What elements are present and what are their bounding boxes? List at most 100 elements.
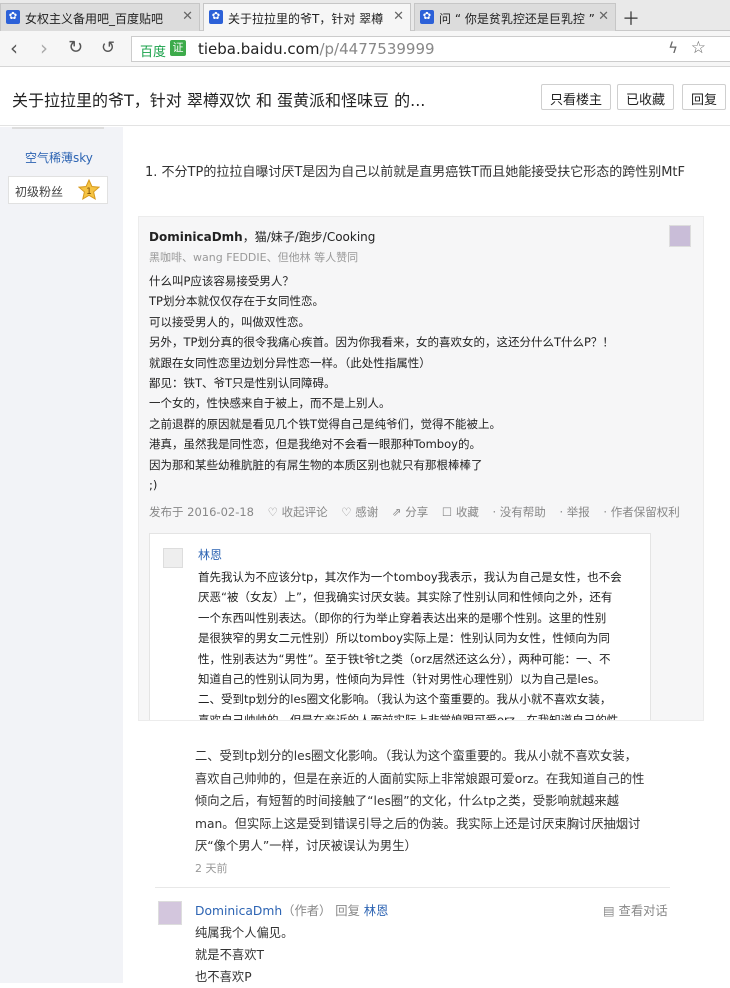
forward-arrow-icon[interactable]: ›	[40, 37, 48, 59]
site-brand: 百度	[140, 45, 167, 60]
collapse-comments: ♡ 收起评论	[267, 505, 328, 519]
comment-header: DominicaDmh（作者） 回复 林恩	[195, 901, 388, 919]
thread-header: 关于拉拉里的爷T，针对 翠樽双饮 和 蛋黄派和怪味豆 的... 只看楼主 已收藏…	[0, 68, 730, 126]
screenshot-likes: 黑咖啡、wang FEDDIE、但他林 等人赞同	[149, 251, 359, 264]
reply-line: 喜欢自己帅帅的，但是在亲近的人面前实际上非常娘跟可爱orz。在我知道自己的性	[198, 712, 619, 721]
tab-title: 关于拉拉里的爷T，针对 翠樽	[228, 12, 384, 26]
comment-line: 也不喜欢P	[195, 970, 252, 984]
verified-badge-icon: 证	[170, 40, 186, 56]
screenshot-line: 什么叫P应该容易接受男人？	[149, 274, 294, 288]
user-sidebar: 空气稀薄sky 初级粉丝 1	[0, 127, 123, 983]
screenshot-line: 因为那和某些幼稚肮脏的有屌生物的本质区别也就只有那根棒棒了	[149, 457, 483, 472]
avatar	[163, 548, 183, 568]
baidu-paw-icon: ✿	[420, 10, 434, 24]
view-conversation-link[interactable]: ▤ 查看对话	[603, 901, 668, 919]
comment-continuation: 二、受到tp划分的les圈文化影响。（我认为这个蛮重要的。我从小就不喜欢女装， …	[195, 745, 675, 880]
tab-current-thread[interactable]: ✿ 关于拉拉里的爷T，针对 翠樽 ✕	[203, 3, 411, 32]
screenshot-reply-box: 林恩 首先我认为不应该分tp，其次作为一个tomboy我表示，我认为自己是女性，…	[149, 533, 651, 721]
screenshot-author-tags: ，猫/妹子/跑步/Cooking	[242, 230, 376, 244]
reply-line: 厌恶“被（女友）上”，但我确实讨厌女装。其实除了性别认同和性倾向之外，还有	[198, 590, 613, 605]
reply-line: 二、受到tp划分的les圈文化影响。（我认为这个蛮重要的。我从小就不喜欢女装，	[198, 692, 612, 707]
screenshot-author: DominicaDmh，猫/妹子/跑步/Cooking	[149, 228, 375, 245]
fan-level-label: 初级粉丝	[15, 185, 64, 199]
navigation-bar: ‹ › ↻ ↺ 百度 证 tieba.baidu.com/p/447753999…	[0, 31, 730, 67]
poster-username[interactable]: 空气稀薄sky	[25, 149, 93, 166]
tab-bar: ✿ 女权主义备用吧_百度贴吧 ✕ ✿ 关于拉拉里的爷T，针对 翠樽 ✕ ✿ 问 …	[0, 0, 730, 32]
only-op-button[interactable]: 只看楼主	[541, 84, 612, 110]
screenshot-line: 港真，虽然我是同性恋，但是我绝对不会看一眼那种Tomboy的。	[149, 437, 481, 452]
comment-body: 纯属我个人偏见。 就是不喜欢T 也不喜欢P	[195, 922, 293, 988]
new-tab-plus-icon[interactable]: ＋	[622, 5, 640, 31]
lightning-icon[interactable]: ϟ	[668, 39, 678, 57]
reply-line: 是很狭窄的男女二元性别）所以tomboy实际上是：性别认同为女性，性倾向为同	[198, 631, 610, 646]
rights-reserved: · 作者保留权利	[603, 505, 680, 519]
screenshot-author-name: DominicaDmh	[149, 230, 243, 244]
comment-line: 就是不喜欢T	[195, 948, 264, 962]
report: · 举报	[559, 505, 590, 519]
level-star-icon: 1	[78, 179, 100, 201]
reply-target[interactable]: 林恩	[364, 904, 389, 918]
screenshot-line: ;)	[149, 478, 158, 493]
url-domain: tieba.baidu.com	[198, 40, 320, 58]
comment-line: 喜欢自己帅帅的，但是在亲近的人面前实际上非常娘跟可爱orz。在我知道自己的性	[195, 771, 645, 786]
tab-question[interactable]: ✿ 问 “ 你是贫乳控还是巨乳控 ” ✕	[414, 3, 616, 31]
url-path: /p/4477539999	[319, 40, 435, 58]
fan-level-badge[interactable]: 初级粉丝 1	[8, 176, 108, 204]
divider	[155, 887, 670, 888]
favorite: ☐ 收藏	[441, 505, 479, 519]
screenshot-body: 什么叫P应该容易接受男人？ TP划分本就仅仅存在于女同性恋。 可以接受男人的，叫…	[149, 271, 689, 495]
screenshot-line: 可以接受男人的，叫做双性恋。	[149, 314, 310, 329]
reply-line: 首先我认为不应该分tp，其次作为一个tomboy我表示，我认为自己是女性，也不会	[198, 570, 622, 584]
comment-line: 厌“像个男人”一样，讨厌被误认为男生）	[195, 839, 417, 853]
tab-title: 问 “ 你是贫乳控还是巨乳控 ”	[439, 12, 595, 26]
view-conversation-label: 查看对话	[618, 904, 668, 918]
post-first-line: 1. 不分TP的拉拉自曝讨厌T是因为自己以前就是直男癌铁T而且她能接受扶它形态的…	[145, 165, 685, 180]
address-bar[interactable]: 百度 证 tieba.baidu.com/p/4477539999 ϟ ☆	[131, 36, 730, 62]
not-helpful: · 没有帮助	[492, 505, 546, 519]
share: ⇗ 分享	[391, 505, 429, 519]
screenshot-line: 之前退群的原因就是看见几个铁T觉得自己是纯爷们，觉得不能被上。	[149, 416, 502, 431]
tab-feminism-bar[interactable]: ✿ 女权主义备用吧_百度贴吧 ✕	[0, 3, 200, 31]
avatar	[669, 225, 691, 247]
close-icon[interactable]: ✕	[598, 9, 609, 24]
thread-title: 关于拉拉里的爷T，针对 翠樽双饮 和 蛋黄派和怪味豆 的...	[12, 91, 426, 110]
level-number: 1	[86, 187, 92, 197]
screenshot-line: 就跟在女同性恋里边划分异性恋一样。（此处性指属性）	[149, 355, 431, 370]
reply-button[interactable]: 回复	[682, 84, 727, 110]
avatar-frame-edge	[12, 127, 104, 129]
comment-line: man。但实际上这是受到错误引导之后的伪装。我实际上还是讨厌束胸讨厌抽烟讨	[195, 816, 641, 831]
home-return-icon[interactable]: ↺	[101, 37, 115, 59]
publish-date: 发布于 2016-02-18	[149, 505, 254, 519]
bookmark-star-icon[interactable]: ☆	[691, 38, 706, 58]
embedded-screenshot: DominicaDmh，猫/妹子/跑步/Cooking 黑咖啡、wang FED…	[138, 216, 704, 721]
screenshot-meta-row: 发布于 2016-02-18 ♡ 收起评论 ♡ 感谢 ⇗ 分享 ☐ 收藏 · 没…	[149, 504, 690, 520]
reply-author: 林恩	[198, 548, 223, 562]
screenshot-line: TP划分本就仅仅存在于女同性恋。	[149, 294, 324, 309]
close-icon[interactable]: ✕	[393, 9, 404, 24]
reply-word: 回复	[335, 904, 360, 918]
screenshot-line: 鄙见：铁T、爷T只是性别认同障碍。	[149, 376, 336, 391]
conversation-icon: ▤	[603, 904, 619, 918]
baidu-paw-icon: ✿	[209, 10, 223, 24]
screenshot-line: 另外，TP划分真的很令我痛心疾首。因为你我看来，女的喜欢女的，这还分什么T什么P…	[149, 335, 614, 350]
comment-line: 二、受到tp划分的les圈文化影响。（我认为这个蛮重要的。我从小就不喜欢女装，	[195, 749, 637, 763]
reply-line: 一个东西叫性别表达。（即你的行为举止穿着表达出来的是哪个性别。这里的性别	[198, 610, 607, 625]
comment-time: 2 天前	[195, 861, 228, 875]
avatar[interactable]	[158, 901, 182, 925]
back-arrow-icon[interactable]: ‹	[10, 37, 18, 59]
thanks: ♡ 感谢	[341, 505, 379, 519]
collected-button[interactable]: 已收藏	[617, 84, 675, 110]
close-icon[interactable]: ✕	[182, 9, 193, 24]
screenshot-line: 一个女的，性快感来自于被上，而不是上别人。	[149, 396, 391, 411]
reload-icon[interactable]: ↻	[68, 37, 83, 59]
url-text[interactable]: tieba.baidu.com/p/4477539999	[198, 40, 435, 58]
reply-body: 首先我认为不应该分tp，其次作为一个tomboy我表示，我认为自己是女性，也不会…	[198, 567, 638, 721]
author-role: （作者）	[282, 904, 332, 918]
comment-author[interactable]: DominicaDmh	[195, 904, 282, 918]
baidu-paw-icon: ✿	[6, 10, 20, 24]
comment-line: 纯属我个人偏见。	[195, 926, 294, 940]
tab-title: 女权主义备用吧_百度贴吧	[25, 12, 164, 26]
comment-line: 倾向之后，有短暂的时间接触了“les圈”的文化，什么tp之类，受影响就越来越	[195, 794, 619, 808]
reply-line: 性，性别表达为“男性”。至于铁t爷t之类（orz居然还这么分），两种可能：一、不	[198, 651, 611, 666]
reply-line: 知道自己的性别认同为男，性倾向为异性（针对男性心理性别）以为自己是les。	[198, 672, 606, 687]
